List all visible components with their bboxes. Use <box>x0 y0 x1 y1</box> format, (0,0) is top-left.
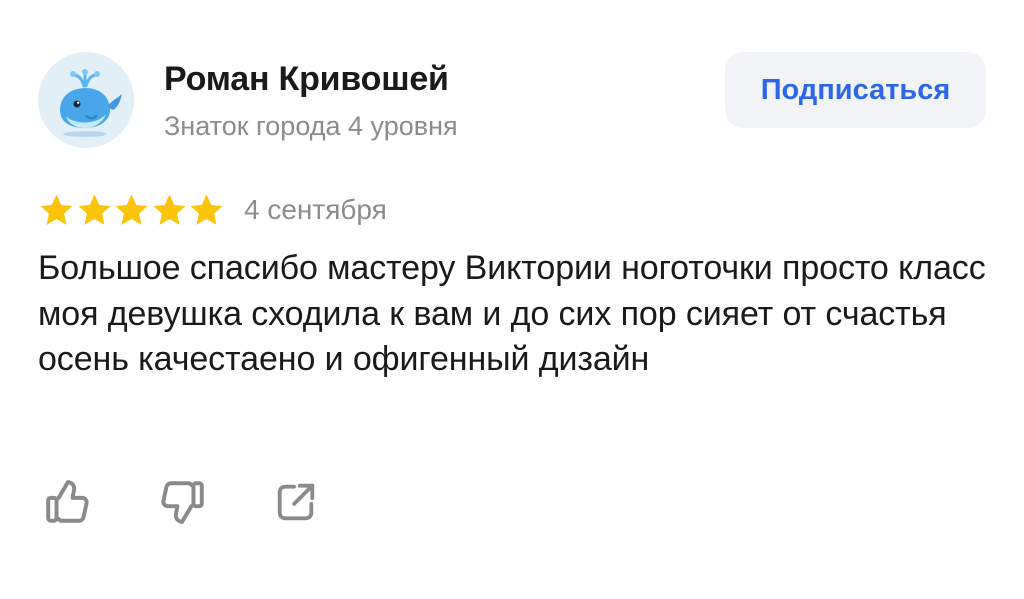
subscribe-button-label: Подписаться <box>760 73 951 106</box>
author-level: Знаток города 4 уровня <box>164 111 458 141</box>
review-date: 4 сентября <box>244 194 387 225</box>
author-name[interactable]: Роман Кривошей <box>164 58 449 100</box>
review-card: Роман Кривошей Знаток города 4 уровня По… <box>0 0 1024 599</box>
avatar[interactable] <box>38 52 134 148</box>
dislike-button[interactable] <box>152 474 212 530</box>
star-rating <box>38 190 226 230</box>
star-icon <box>190 193 223 225</box>
share-button[interactable] <box>266 474 326 530</box>
star-icon <box>152 193 186 225</box>
thumbs-down-icon <box>161 481 204 524</box>
review-actions <box>38 474 326 530</box>
whale-icon <box>60 69 122 137</box>
star-icon <box>115 193 148 225</box>
like-button[interactable] <box>38 474 98 530</box>
share-icon <box>277 483 315 521</box>
subscribe-button[interactable]: Подписаться <box>725 52 986 128</box>
star-icon <box>77 193 111 225</box>
star-icon <box>40 193 73 225</box>
review-text: Большое спасибо мастеру Виктории ноготоч… <box>38 249 986 378</box>
thumbs-up-icon <box>46 480 89 523</box>
